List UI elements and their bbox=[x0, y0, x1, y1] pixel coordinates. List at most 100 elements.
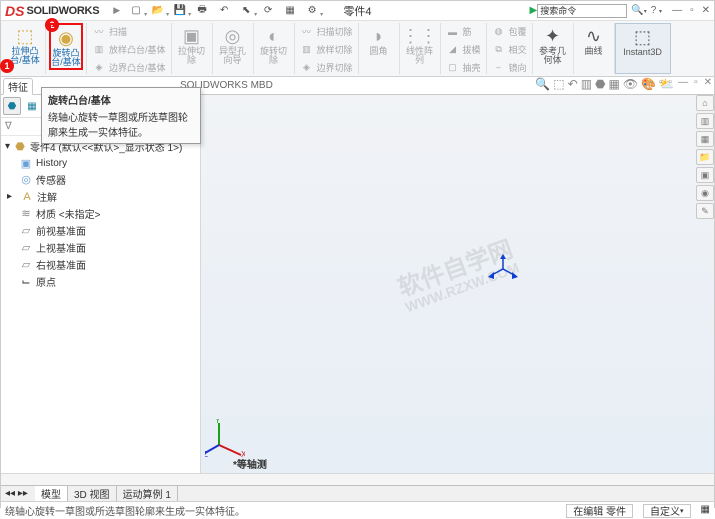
instant3d-button[interactable]: ⬚Instant3D bbox=[619, 24, 667, 57]
plane-icon: ▱ bbox=[19, 241, 33, 255]
qat-open[interactable]: 📂▾ bbox=[148, 3, 168, 19]
search-play-icon[interactable]: ▶ bbox=[530, 5, 538, 16]
view-orientation-icon[interactable]: ⬣ bbox=[595, 77, 605, 91]
tree-origin[interactable]: ⌙原点 bbox=[5, 273, 196, 290]
command-manager-ribbon: 1 2 ⬚ 拉伸凸台/基体 ◉ 旋转凸台/基体 〰扫描 ▥放样凸台/基体 ◈边界… bbox=[1, 21, 714, 77]
revolve-boss-button[interactable]: ◉ 旋转凸台/基体 bbox=[49, 23, 83, 70]
qat-new[interactable]: ▢▾ bbox=[126, 3, 146, 19]
qat-print[interactable]: 🖶 bbox=[192, 3, 212, 19]
linear-pattern-button[interactable]: ⋮⋮线性阵列 bbox=[403, 23, 437, 66]
status-custom[interactable]: 自定义 ▾ bbox=[643, 504, 691, 518]
qat-select[interactable]: ⬉▾ bbox=[236, 3, 256, 19]
app-logo: DS SOLIDWORKS bbox=[5, 3, 99, 19]
hole-icon: ◎ bbox=[221, 25, 245, 47]
loft-boss-button[interactable]: ▥放样凸台/基体 bbox=[90, 41, 168, 58]
loft-icon: ▥ bbox=[92, 43, 106, 57]
svg-text:Z: Z bbox=[205, 450, 208, 459]
status-widget-icon[interactable]: ▦ bbox=[701, 504, 710, 518]
help-icon[interactable]: ? ▾ bbox=[651, 5, 662, 16]
taskpane-library-icon[interactable]: ▦ bbox=[696, 131, 714, 147]
draft-button[interactable]: ◢拔模 bbox=[444, 41, 483, 58]
sweep-boss-button[interactable]: 〰扫描 bbox=[90, 23, 168, 40]
search-icon[interactable]: 🔍▾ bbox=[631, 5, 646, 16]
intersect-button[interactable]: ⧉相交 bbox=[490, 41, 529, 58]
doc-view2-icon[interactable]: ▫ bbox=[669, 77, 673, 88]
minimize-button[interactable]: — bbox=[672, 5, 682, 16]
taskpane-home-icon[interactable]: ⌂ bbox=[696, 95, 714, 111]
heads-up-view-toolbar: 🔍 ⬚ ↶ ▥ ⬣ ▦ 👁 🎨 ⛅ bbox=[535, 77, 674, 91]
extrude-cut-button[interactable]: ▣拉伸切除 bbox=[175, 23, 209, 66]
qat-save[interactable]: 💾▾ bbox=[170, 3, 190, 19]
svg-text:Y: Y bbox=[215, 419, 221, 425]
doc-view1-icon[interactable]: ▫ bbox=[659, 77, 663, 88]
taskpane-explorer-icon[interactable]: 📁 bbox=[696, 149, 714, 165]
section-view-icon[interactable]: ▥ bbox=[581, 77, 592, 91]
doc-close-icon[interactable]: ✕ bbox=[704, 77, 712, 88]
reference-geometry-button[interactable]: ✦参考几何体 bbox=[536, 23, 570, 66]
boundary-cut-button[interactable]: ◈边界切除 bbox=[298, 59, 355, 76]
restore-button[interactable]: ▫ bbox=[690, 5, 694, 16]
hole-wizard-button[interactable]: ◎异型孔向导 bbox=[216, 23, 250, 66]
mirror-button[interactable]: ⧿镜向 bbox=[490, 59, 529, 76]
boundary-boss-button[interactable]: ◈边界凸台/基体 bbox=[90, 59, 168, 76]
status-bar: 绕轴心旋转一草图或所选草图轮廓来生成一实体特征。 在编辑 零件 自定义 ▾ ▦ bbox=[1, 501, 714, 519]
close-button[interactable]: ✕ bbox=[702, 5, 710, 16]
feature-manager-panel: ⬣ ▦ ⚙ ◉ ▥ » ∇ ➔ ▾⬣零件4 (默认<<默认>_显示状态 1>) … bbox=[1, 95, 201, 473]
taskpane-view-icon[interactable]: ▣ bbox=[696, 167, 714, 183]
curves-button[interactable]: ∿曲线 bbox=[577, 23, 611, 56]
cut-extrude-icon: ▣ bbox=[180, 25, 204, 47]
part-icon: ⬣ bbox=[13, 140, 27, 154]
zoom-fit-icon[interactable]: 🔍 bbox=[535, 77, 550, 91]
prev-view-icon[interactable]: ↶ bbox=[568, 77, 578, 91]
display-style-icon[interactable]: ▦ bbox=[609, 77, 620, 91]
expand-icon[interactable]: ▸ bbox=[7, 191, 17, 202]
extrude-boss-button[interactable]: ⬚ 拉伸凸台/基体 bbox=[8, 23, 42, 66]
tree-history[interactable]: ▣History bbox=[5, 155, 196, 171]
bottom-tab-3dview[interactable]: 3D 视图 bbox=[68, 486, 117, 501]
graphics-viewport[interactable]: 软件自学网 WWW.RZXW.COM Y X Z *等轴测 ⌂ ▥ ▦ 📁 ▣ … bbox=[201, 95, 714, 473]
taskpane-custom-icon[interactable]: ✎ bbox=[696, 203, 714, 219]
quick-access-toolbar: ▢▾ 📂▾ 💾▾ 🖶 ↶ ⬉▾ ⟳ ▦ ⚙▾ bbox=[126, 3, 322, 19]
doc-restore-icon[interactable]: ▫ bbox=[694, 77, 698, 88]
sensor-icon: ◎ bbox=[19, 173, 33, 187]
status-editing: 在编辑 零件 bbox=[566, 504, 633, 518]
tree-annotations[interactable]: ▸A注解 bbox=[5, 188, 196, 205]
collapse-icon[interactable]: ▾ bbox=[5, 141, 10, 152]
tree-right-plane[interactable]: ▱右视基准面 bbox=[5, 256, 196, 273]
tab-nav-left-icon[interactable]: ◂◂ ▸▸ bbox=[5, 488, 28, 499]
bottom-tab-motion[interactable]: 运动算例 1 bbox=[117, 486, 178, 501]
fm-tab-tree-icon[interactable]: ⬣ bbox=[3, 97, 21, 115]
revolve-cut-button[interactable]: ◐旋转切除 bbox=[257, 23, 291, 66]
tree-front-plane[interactable]: ▱前视基准面 bbox=[5, 222, 196, 239]
doc-minimize-icon[interactable]: — bbox=[678, 77, 688, 88]
qat-settings[interactable]: ⚙▾ bbox=[302, 3, 322, 19]
qat-undo[interactable]: ↶ bbox=[214, 3, 234, 19]
tree-top-plane[interactable]: ▱上视基准面 bbox=[5, 239, 196, 256]
tree-material[interactable]: ≋材质 <未指定> bbox=[5, 205, 196, 222]
loft-cut-button[interactable]: ▥放样切除 bbox=[298, 41, 355, 58]
bottom-tab-model[interactable]: 模型 bbox=[35, 486, 68, 501]
horizontal-scrollbar[interactable] bbox=[1, 473, 714, 485]
taskpane-appearance-icon[interactable]: ◉ bbox=[696, 185, 714, 201]
tab-features[interactable]: 特征 bbox=[3, 78, 33, 95]
zoom-area-icon[interactable]: ⬚ bbox=[553, 77, 564, 91]
tooltip-body: 绕轴心旋转一草图或所选草图轮廓来生成一实体特征。 bbox=[48, 109, 194, 139]
plane-icon: ▱ bbox=[19, 224, 33, 238]
wrap-button[interactable]: ◍包覆 bbox=[490, 23, 529, 40]
fillet-button[interactable]: ◗圆角 bbox=[362, 23, 396, 56]
tree-sensors[interactable]: ◎传感器 bbox=[5, 171, 196, 188]
rib-button[interactable]: ▬筋 bbox=[444, 23, 483, 40]
menu-expand-icon[interactable]: ▶ bbox=[113, 5, 120, 16]
fm-tab-property-icon[interactable]: ▦ bbox=[23, 97, 41, 115]
taskpane-resources-icon[interactable]: ▥ bbox=[696, 113, 714, 129]
callout-badge-1: 1 bbox=[0, 59, 14, 73]
qat-options[interactable]: ▦ bbox=[280, 3, 300, 19]
reference-triad-icon: Y X Z bbox=[205, 419, 245, 459]
hide-show-icon[interactable]: 👁 bbox=[623, 77, 638, 91]
shell-button[interactable]: ▢抽壳 bbox=[444, 59, 483, 76]
sweep-cut-button[interactable]: 〰扫描切除 bbox=[298, 23, 355, 40]
bottom-tab-strip: ◂◂ ▸▸ 模型 3D 视图 运动算例 1 bbox=[1, 485, 714, 501]
search-command-input[interactable]: 搜索命令 bbox=[537, 4, 627, 18]
qat-rebuild[interactable]: ⟳ bbox=[258, 3, 278, 19]
appearance-icon[interactable]: 🎨 bbox=[641, 77, 656, 91]
